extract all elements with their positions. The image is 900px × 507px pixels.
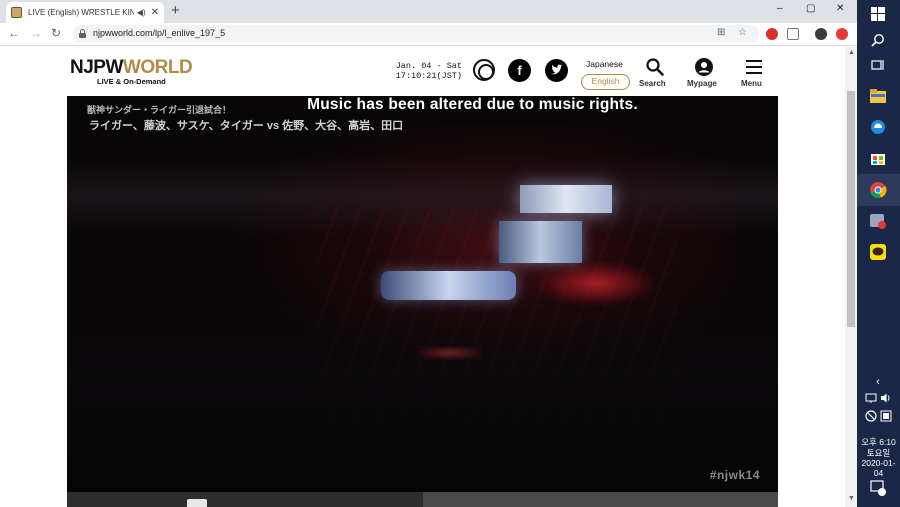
logo-subtitle: LIVE & On-Demand [97, 77, 166, 86]
arena-screen-mid [499, 221, 582, 263]
scroll-down-arrow-icon[interactable]: ▼ [848, 495, 855, 502]
microsoft-store-icon[interactable] [868, 148, 888, 168]
search-label[interactable]: Search [639, 79, 666, 88]
windows-start-icon[interactable] [868, 4, 888, 24]
facebook-icon[interactable]: f [508, 59, 531, 82]
minimize-button[interactable]: – [777, 3, 783, 14]
hamburger-menu-icon[interactable] [744, 57, 764, 77]
current-datetime: Jan. 04 - Sat 17:10:21(JST) [395, 61, 462, 81]
site-favicon-icon [11, 7, 22, 18]
arena-screen-top [520, 185, 612, 213]
windows-taskbar: ‹ 오후 6:10 토요일 2020-01-04 [857, 0, 900, 507]
web-page: NJPWWORLD LIVE & On-Demand Jan. 04 - Sat… [0, 47, 845, 507]
scroll-thumb[interactable] [847, 91, 855, 327]
browser-toolbar: ← → ↻ njpwworld.com/lp/l_enlive_197_5 ⊞ … [0, 23, 857, 46]
scroll-up-arrow-icon[interactable]: ▲ [848, 49, 855, 56]
audio-playing-icon[interactable]: ◀) [137, 8, 146, 17]
page-scrollbar[interactable]: ▲ ▼ [845, 47, 857, 507]
volume-icon[interactable] [876, 388, 896, 408]
new-tab-button[interactable]: + [171, 3, 180, 18]
control-handle[interactable] [187, 499, 207, 507]
browser-tab[interactable]: LIVE (English) WRESTLE KIN ◀) ✕ [6, 2, 164, 23]
menu-label[interactable]: Menu [741, 79, 762, 88]
file-explorer-icon[interactable] [868, 86, 888, 106]
language-english-button[interactable]: English [581, 74, 630, 90]
clock-date[interactable]: 2020-01-04 [857, 458, 900, 478]
maximize-button[interactable]: ▢ [806, 3, 815, 14]
reload-icon[interactable]: ↻ [51, 26, 61, 40]
mypage-user-icon[interactable] [694, 57, 714, 77]
task-view-icon[interactable] [868, 55, 888, 75]
screen: LIVE (English) WRESTLE KIN ◀) ✕ + – ▢ ✕ … [0, 0, 900, 507]
hashtag-watermark: #njwk14 [709, 468, 760, 482]
kakaotalk-icon[interactable] [868, 242, 888, 262]
edge-browser-icon[interactable] [868, 117, 888, 137]
mypage-label[interactable]: Mypage [687, 79, 717, 88]
search-icon[interactable] [645, 57, 665, 77]
forward-arrow-icon[interactable]: → [30, 26, 42, 40]
notification-center-icon[interactable] [868, 478, 888, 498]
extension-opera-icon[interactable] [836, 28, 848, 40]
ime-mode-icon[interactable] [876, 406, 896, 426]
video-player[interactable]: Music has been altered due to music righ… [67, 96, 778, 492]
njpw-crest-icon[interactable] [473, 59, 495, 81]
audience-area [67, 296, 778, 492]
profile-avatar-icon[interactable] [815, 28, 827, 40]
address-bar[interactable]: njpwworld.com/lp/l_enlive_197_5 ⊞ ☆ [73, 25, 759, 43]
chrome-icon[interactable] [868, 180, 888, 200]
extension-red-icon[interactable] [766, 28, 778, 40]
tab-close-icon[interactable]: ✕ [151, 7, 159, 18]
site-header: NJPWWORLD LIVE & On-Demand Jan. 04 - Sat… [0, 47, 845, 96]
lock-icon [79, 29, 86, 38]
video-controls-right[interactable] [423, 492, 778, 507]
video-controls-bar[interactable] [67, 492, 778, 507]
search-icon[interactable] [868, 30, 888, 50]
twitter-icon[interactable] [545, 59, 568, 82]
njpw-world-logo[interactable]: NJPWWORLD [70, 57, 193, 79]
browser-window: LIVE (English) WRESTLE KIN ◀) ✕ + – ▢ ✕ … [0, 0, 857, 507]
tab-title: LIVE (English) WRESTLE KIN [28, 8, 134, 17]
cast-icon[interactable] [787, 28, 799, 40]
chrome-profile-icon[interactable] [868, 211, 888, 231]
match-title: 獣神サンダー・ライガー引退試合！ [87, 105, 232, 115]
tab-bar: LIVE (English) WRESTLE KIN ◀) ✕ + – ▢ ✕ [0, 0, 857, 23]
language-japanese-link[interactable]: Japanese [586, 59, 623, 69]
back-arrow-icon[interactable]: ← [8, 26, 20, 40]
translate-icon[interactable]: ⊞ [717, 27, 725, 38]
url-text: njpwworld.com/lp/l_enlive_197_5 [93, 28, 226, 38]
match-participants: ライガー、藤波、サスケ、タイガー vs 佐野、大谷、高岩、田口 [89, 120, 404, 132]
close-window-button[interactable]: ✕ [836, 3, 844, 14]
bookmark-star-icon[interactable]: ☆ [738, 27, 747, 38]
